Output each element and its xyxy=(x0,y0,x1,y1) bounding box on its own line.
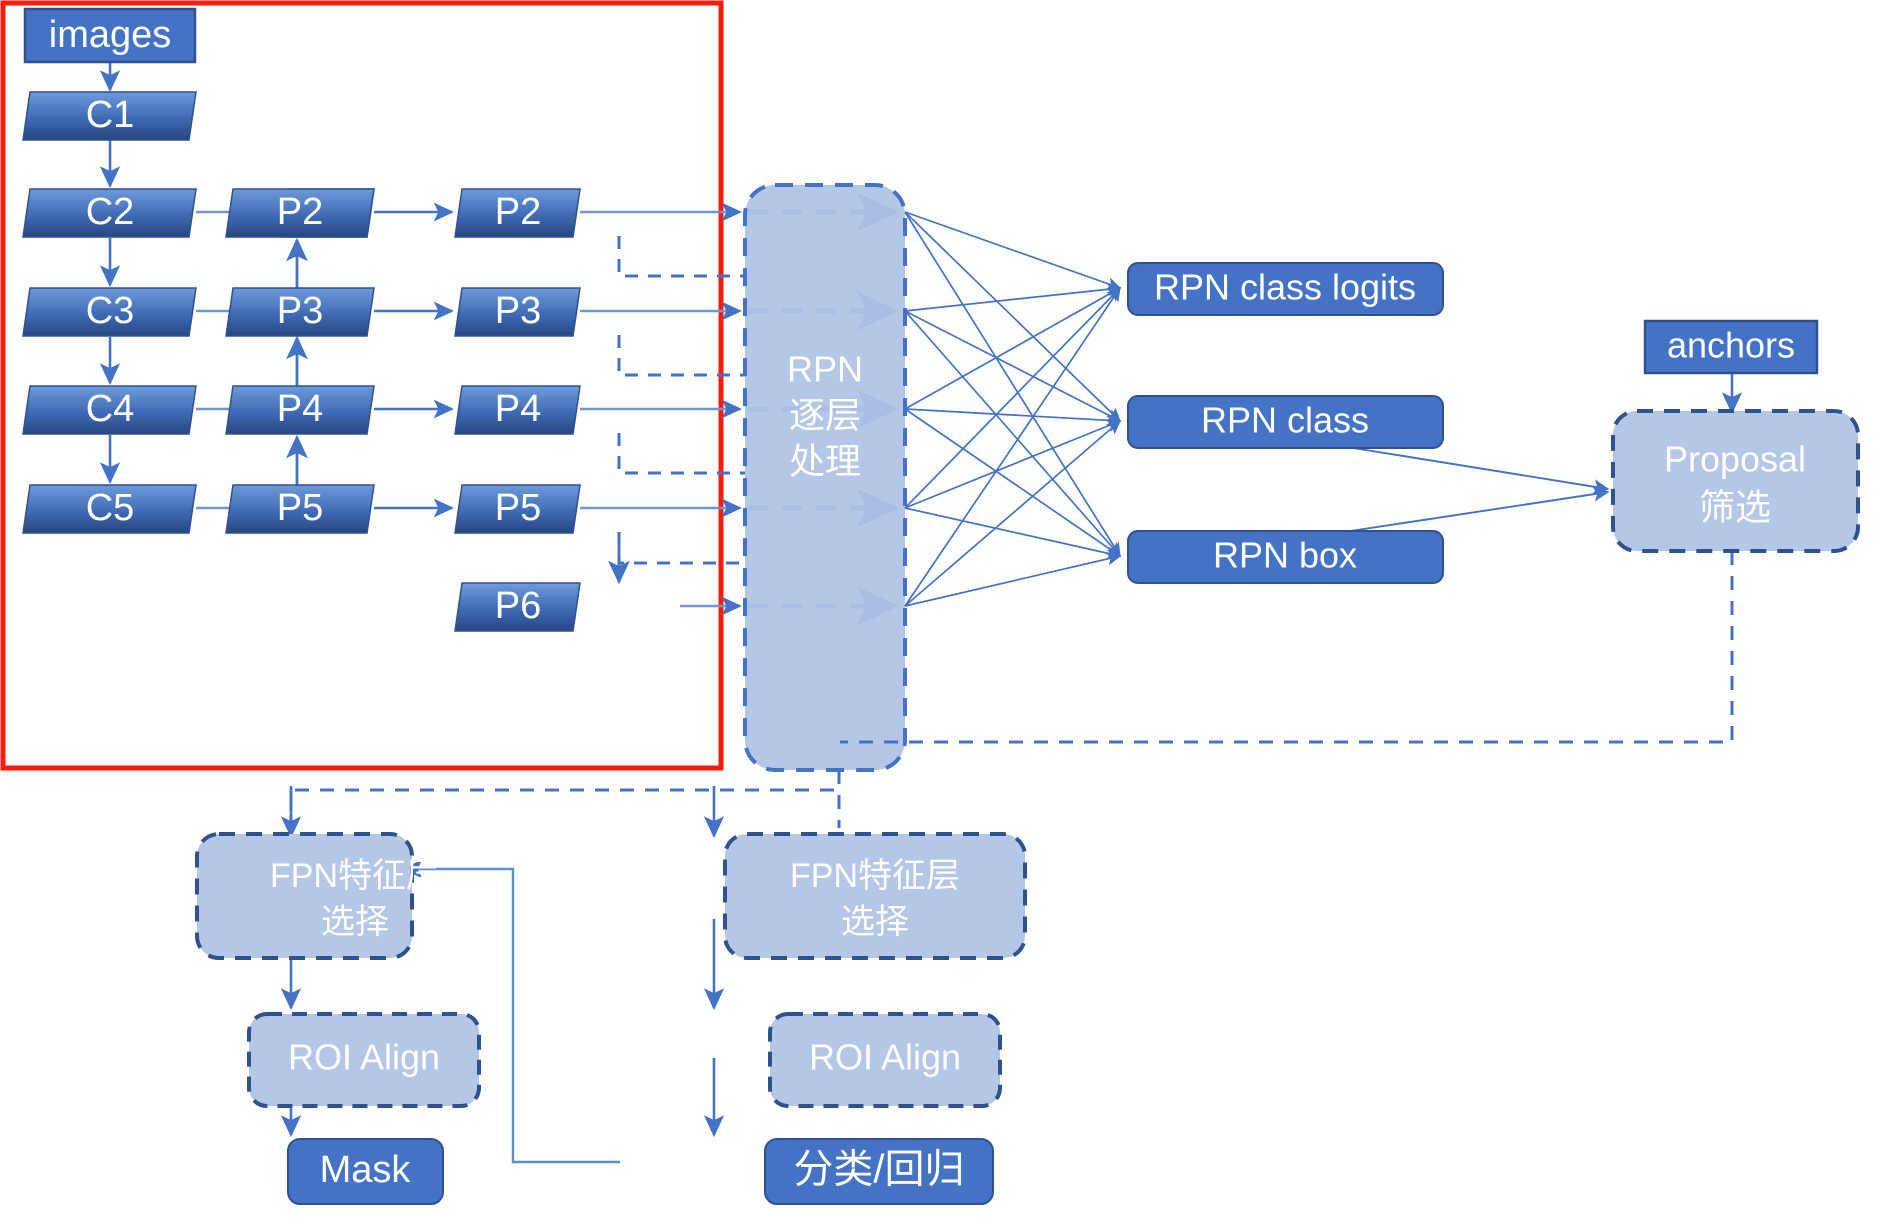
fpn-stage-connectors xyxy=(374,202,454,518)
node-c2-label: C2 xyxy=(86,191,135,233)
node-fpn-select-mask[interactable]: FPN特征层 选择 xyxy=(195,832,440,960)
node-fpn-select-head-label-line2: 选择 xyxy=(841,903,909,941)
node-p5-lateral-label: P5 xyxy=(277,487,323,529)
node-c1[interactable]: C1 xyxy=(22,91,197,141)
rpn-container-label-line3: 处理 xyxy=(789,441,861,482)
feature-bus-to-left-fpn-select xyxy=(289,770,841,828)
node-proposal-label-line2: 筛选 xyxy=(1699,487,1771,528)
node-c4[interactable]: C4 xyxy=(22,385,197,435)
p-to-rpn-connectors xyxy=(580,202,742,616)
node-c3[interactable]: C3 xyxy=(22,287,197,337)
node-mask[interactable]: Mask xyxy=(287,1138,444,1205)
node-p3-lateral-label: P3 xyxy=(277,290,323,332)
rpn-container-label-line2: 逐层 xyxy=(789,395,861,436)
flowchart-svg: RPN 逐层 处理 images C1 C2 C3 C4 C5 P2 P3 P4… xyxy=(0,0,1860,1205)
node-cls-reg-label: 分类/回归 xyxy=(793,1148,964,1192)
node-p2-output-label: P2 xyxy=(495,191,541,233)
node-roi-align-head[interactable]: ROI Align xyxy=(768,1012,1002,1108)
dashed-skip-connectors xyxy=(617,236,745,565)
node-p6-output[interactable]: P6 xyxy=(454,582,581,632)
node-p4-lateral[interactable]: P4 xyxy=(225,385,375,435)
lateral-connectors xyxy=(196,202,280,518)
node-p5-lateral[interactable]: P5 xyxy=(225,484,375,534)
node-p4-lateral-label: P4 xyxy=(277,388,323,430)
node-rpn-class-logits[interactable]: RPN class logits xyxy=(1127,262,1444,316)
node-anchors[interactable]: anchors xyxy=(1643,319,1819,375)
node-p5-output[interactable]: P5 xyxy=(454,484,581,534)
node-p5-output-label: P5 xyxy=(495,487,541,529)
node-rpn-class-label: RPN class xyxy=(1201,400,1369,441)
node-fpn-select-head[interactable]: FPN特征层 选择 xyxy=(723,832,1027,960)
node-rpn-box-label: RPN box xyxy=(1213,535,1357,576)
node-p4-output-label: P4 xyxy=(495,388,541,430)
node-fpn-select-head-label-line1: FPN特征层 xyxy=(790,857,960,895)
node-rpn-box[interactable]: RPN box xyxy=(1127,530,1444,584)
node-c1-label: C1 xyxy=(86,94,135,136)
node-c5[interactable]: C5 xyxy=(22,484,197,534)
rpn-fanout-connectors xyxy=(904,211,1122,607)
node-anchors-label: anchors xyxy=(1667,325,1795,366)
diagram-canvas: RPN 逐层 处理 images C1 C2 C3 C4 C5 P2 P3 P4… xyxy=(0,0,1895,1230)
node-images-label: images xyxy=(49,14,172,56)
node-images[interactable]: images xyxy=(23,7,197,64)
node-proposal-label-line1: Proposal xyxy=(1664,439,1806,480)
node-c3-label: C3 xyxy=(86,290,135,332)
node-p3-output-label: P3 xyxy=(495,290,541,332)
node-p4-output[interactable]: P4 xyxy=(454,385,581,435)
node-c4-label: C4 xyxy=(86,388,135,430)
node-rpn-class-logits-label: RPN class logits xyxy=(1154,267,1416,308)
node-proposal[interactable]: Proposal 筛选 xyxy=(1611,409,1860,553)
node-p3-output[interactable]: P3 xyxy=(454,287,581,337)
node-c2[interactable]: C2 xyxy=(22,188,197,238)
node-cls-reg[interactable]: 分类/回归 xyxy=(764,1138,994,1205)
node-roi-align-head-label: ROI Align xyxy=(809,1037,961,1078)
node-mask-label: Mask xyxy=(320,1149,412,1191)
node-rpn-class[interactable]: RPN class xyxy=(1127,395,1444,449)
node-fpn-select-mask-label-line2: 选择 xyxy=(321,903,389,941)
node-fpn-select-mask-label-line1: FPN特征层 xyxy=(270,857,440,895)
node-roi-align-mask[interactable]: ROI Align xyxy=(247,1012,481,1108)
rpn-container-label-line1: RPN xyxy=(787,349,863,390)
node-p6-output-label: P6 xyxy=(495,585,541,627)
node-c5-label: C5 xyxy=(86,487,135,529)
node-roi-align-mask-label: ROI Align xyxy=(288,1037,440,1078)
node-p3-lateral[interactable]: P3 xyxy=(225,287,375,337)
node-p2-output[interactable]: P2 xyxy=(454,188,581,238)
node-p2-lateral-shape[interactable]: P2 xyxy=(225,188,375,238)
node-p2-lateral-label: P2 xyxy=(277,191,323,233)
